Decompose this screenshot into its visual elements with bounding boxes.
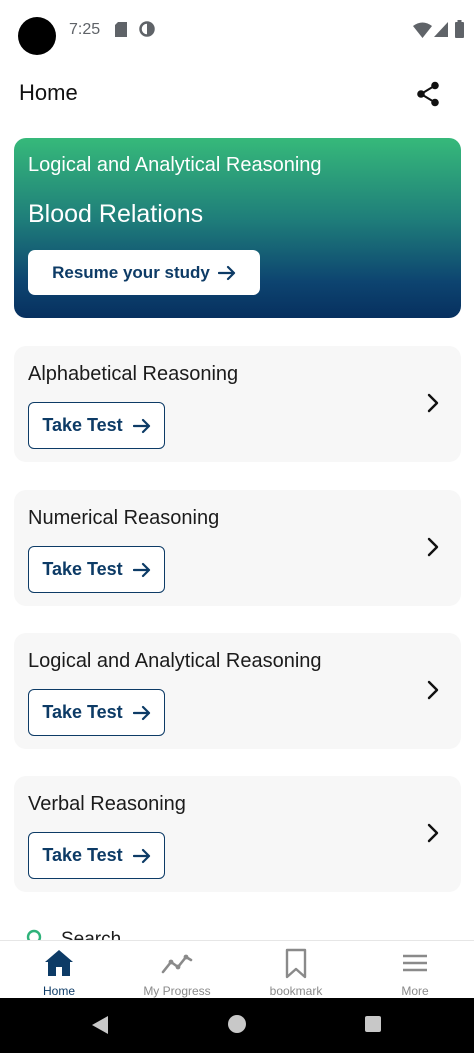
- wifi-icon: [413, 22, 432, 38]
- sim-card-icon: [115, 22, 127, 37]
- nav-item-bookmark[interactable]: bookmark: [237, 941, 355, 999]
- category-card-alphabetical-reasoning[interactable]: Alphabetical Reasoning Take Test: [14, 346, 461, 462]
- chevron-right-icon: [427, 393, 439, 413]
- hero-subject: Logical and Analytical Reasoning: [28, 154, 322, 176]
- category-title: Numerical Reasoning: [28, 507, 220, 529]
- back-icon[interactable]: [91, 1015, 109, 1035]
- resume-study-label: Resume your study: [52, 262, 210, 282]
- nav-item-home[interactable]: Home: [0, 941, 118, 999]
- share-icon: [417, 81, 439, 107]
- share-button[interactable]: [410, 76, 446, 112]
- recents-square-icon[interactable]: [365, 1016, 381, 1032]
- take-test-label: Take Test: [42, 702, 123, 722]
- menu-icon: [403, 954, 427, 972]
- resume-study-card: Logical and Analytical Reasoning Blood R…: [14, 138, 461, 318]
- nav-label-my-progress: My Progress: [143, 984, 211, 998]
- status-bar: 7:25: [0, 0, 474, 60]
- category-title: Logical and Analytical Reasoning: [28, 650, 322, 672]
- category-card-verbal-reasoning[interactable]: Verbal Reasoning Take Test: [14, 776, 461, 892]
- nav-label-bookmark: bookmark: [269, 984, 323, 998]
- arrow-right-icon: [132, 562, 150, 577]
- home-circle-icon[interactable]: [228, 1015, 246, 1033]
- take-test-button[interactable]: Take Test: [28, 402, 165, 449]
- page-title: Home: [19, 80, 78, 105]
- take-test-label: Take Test: [42, 415, 123, 435]
- category-title: Alphabetical Reasoning: [28, 363, 239, 385]
- arrow-right-icon: [132, 705, 150, 720]
- take-test-label: Take Test: [42, 845, 123, 865]
- chevron-right-icon: [427, 537, 439, 557]
- camera-cutout: [18, 17, 56, 55]
- take-test-label: Take Test: [42, 559, 123, 579]
- arrow-right-icon: [217, 265, 235, 280]
- nav-label-more: More: [401, 984, 429, 998]
- battery-icon: [455, 20, 464, 38]
- category-title: Verbal Reasoning: [28, 793, 186, 815]
- status-time: 7:25: [69, 21, 101, 38]
- take-test-button[interactable]: Take Test: [28, 689, 165, 736]
- hero-topic: Blood Relations: [28, 200, 204, 228]
- take-test-button[interactable]: Take Test: [28, 832, 165, 879]
- home-icon: [45, 950, 73, 976]
- chevron-right-icon: [427, 680, 439, 700]
- resume-study-button[interactable]: Resume your study: [28, 250, 260, 295]
- arrow-right-icon: [132, 418, 150, 433]
- category-card-numerical-reasoning[interactable]: Numerical Reasoning Take Test: [14, 490, 461, 606]
- nav-item-my-progress[interactable]: My Progress: [118, 941, 236, 999]
- take-test-button[interactable]: Take Test: [28, 546, 165, 593]
- category-card-logical-analytical-reasoning[interactable]: Logical and Analytical Reasoning Take Te…: [14, 633, 461, 749]
- bookmark-icon: [285, 948, 307, 979]
- progress-chart-icon: [161, 954, 193, 974]
- data-saver-icon: [139, 21, 155, 37]
- app-bar: Home: [0, 60, 474, 128]
- arrow-right-icon: [132, 848, 150, 863]
- bottom-navigation: Home My Progress bookmark More: [0, 940, 474, 998]
- nav-item-more[interactable]: More: [356, 941, 474, 999]
- system-navigation-bar: [0, 998, 474, 1053]
- chevron-right-icon: [427, 823, 439, 843]
- nav-label-home: Home: [42, 984, 75, 998]
- cell-signal-icon: [434, 22, 448, 37]
